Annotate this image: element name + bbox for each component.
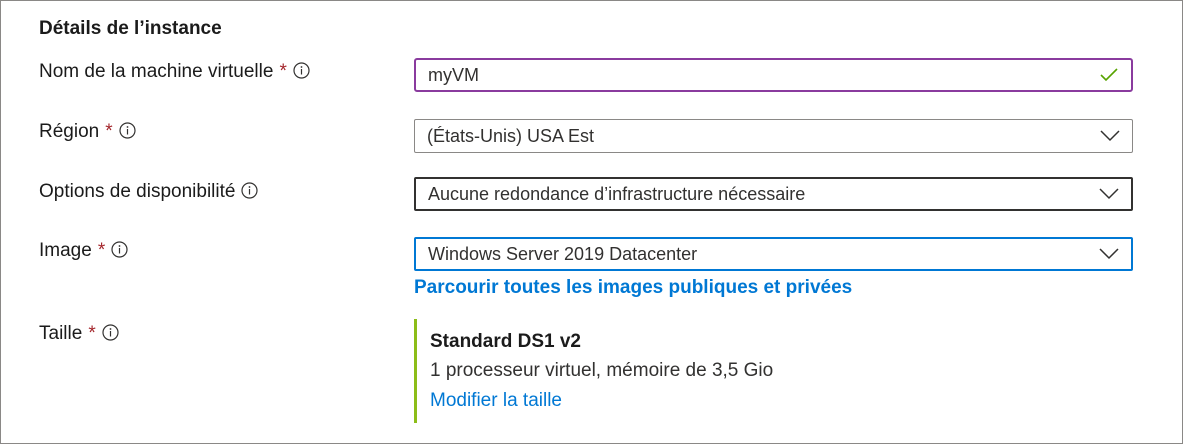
chevron-down-icon: [1098, 124, 1122, 148]
region-value: (États-Unis) USA Est: [427, 125, 595, 146]
availability-label: Options de disponibilité: [39, 181, 259, 203]
required-asterisk: *: [97, 240, 106, 261]
image-label-text: Image: [39, 240, 92, 261]
size-description: 1 processeur virtuel, mémoire de 3,5 Gio: [430, 360, 774, 381]
required-asterisk: *: [105, 121, 113, 142]
region-label-text: Région: [39, 121, 100, 142]
info-icon[interactable]: [241, 181, 259, 199]
change-size-link[interactable]: Modifier la taille: [430, 390, 562, 412]
availability-label-text: Options de disponibilité: [39, 181, 236, 202]
checkmark-icon: [1097, 63, 1121, 87]
info-icon[interactable]: [119, 121, 136, 139]
chevron-down-icon: [1097, 242, 1121, 266]
browse-images-link[interactable]: Parcourir toutes les images publiques et…: [414, 277, 852, 299]
vm-name-value: myVM: [428, 64, 479, 85]
instance-details-panel: Détails de l’instance Nom de la machine …: [0, 0, 1183, 444]
vm-name-label-text: Nom de la machine virtuelle: [39, 61, 274, 82]
required-asterisk: *: [88, 323, 96, 344]
size-label-text: Taille: [39, 323, 83, 344]
image-value: Windows Server 2019 Datacenter: [428, 243, 698, 264]
size-name: Standard DS1 v2: [430, 331, 581, 352]
info-icon[interactable]: [293, 61, 310, 79]
info-icon[interactable]: [102, 323, 119, 341]
availability-value: Aucune redondance d’infrastructure néces…: [428, 183, 806, 204]
region-label: Région *: [39, 121, 136, 143]
info-icon[interactable]: [111, 240, 128, 258]
region-dropdown[interactable]: (États-Unis) USA Est: [414, 119, 1133, 153]
image-label: Image *: [39, 240, 128, 262]
availability-dropdown[interactable]: Aucune redondance d’infrastructure néces…: [414, 177, 1133, 211]
section-title: Détails de l’instance: [39, 18, 222, 39]
size-summary: Standard DS1 v2 1 processeur virtuel, mé…: [414, 319, 1017, 423]
vm-name-input[interactable]: myVM: [414, 58, 1133, 92]
required-asterisk: *: [279, 61, 287, 82]
chevron-down-icon: [1097, 182, 1121, 206]
image-dropdown[interactable]: Windows Server 2019 Datacenter: [414, 237, 1133, 271]
size-label: Taille *: [39, 323, 119, 345]
vm-name-label: Nom de la machine virtuelle *: [39, 61, 310, 83]
